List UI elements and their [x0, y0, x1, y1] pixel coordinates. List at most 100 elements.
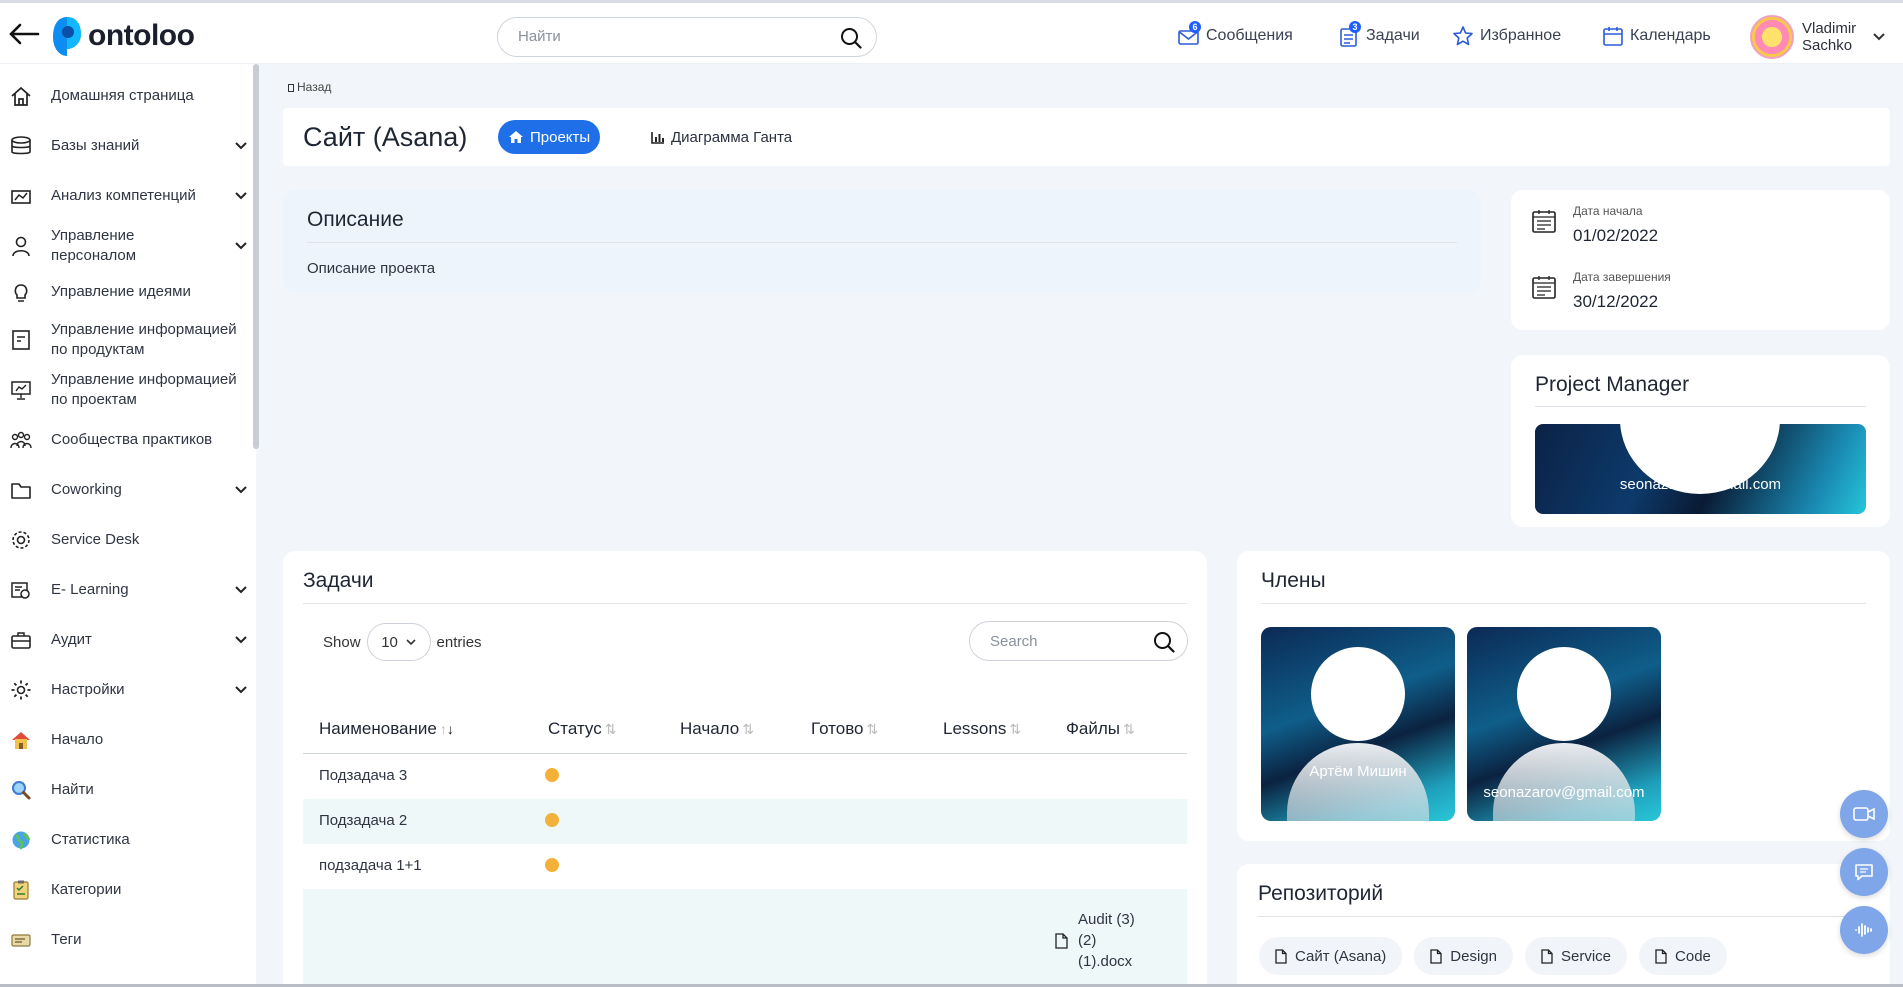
messages-badge: 6 [1189, 21, 1201, 33]
sidebar-item-communities[interactable]: Сообщества практиков [0, 428, 256, 452]
column-header-start[interactable]: Начало ⇅ [680, 719, 754, 739]
chevron-down-icon[interactable] [234, 241, 248, 251]
chevron-down-icon[interactable] [234, 485, 248, 495]
sidebar-item-ideas[interactable]: Управление идеями [0, 280, 256, 304]
tasks-search[interactable] [969, 621, 1188, 661]
sidebar-item-coworking[interactable]: Coworking [0, 478, 256, 502]
user-avatar[interactable] [1750, 15, 1794, 59]
file-attachment[interactable]: Audit (3) (2) (1).docx [1055, 909, 1138, 972]
tab-projects[interactable]: Проекты [498, 120, 601, 154]
repo-chip-site[interactable]: Сайт (Asana) [1259, 937, 1403, 975]
nav-calendar[interactable]: Календарь [1602, 25, 1711, 47]
repository-title: Репозиторий [1258, 882, 1384, 905]
table-row[interactable]: Подзадача 2 [303, 799, 1187, 844]
sidebar-item-statistics[interactable]: Статистика [0, 828, 256, 852]
chevron-down-icon[interactable] [234, 141, 248, 151]
avatar [1311, 647, 1405, 741]
chevron-down-icon[interactable] [234, 585, 248, 595]
global-search-input[interactable] [518, 28, 818, 45]
settings-gear-icon [11, 680, 31, 700]
sidebar-item-projects[interactable]: Управление информацией по проектам [0, 368, 256, 412]
member-card[interactable]: seonazarov@gmail.com [1467, 627, 1661, 821]
divider [1258, 916, 1858, 917]
tasks-card: Задачи Show 10 entries Наименование ↑↓ С… [283, 551, 1207, 987]
home-icon [509, 131, 523, 143]
calendar-icon [1532, 210, 1556, 233]
logo-text: ontoloo [88, 19, 195, 52]
top-header: ontoloo 6 Сообщения 3 Задачи Избранное К… [0, 0, 1903, 64]
sidebar-item-settings[interactable]: Настройки [0, 678, 256, 702]
back-link[interactable]: Назад [288, 80, 331, 94]
sidebar-item-products[interactable]: Управление информацией по продуктам [0, 318, 256, 362]
user-menu[interactable]: Vladimir Sachko [1750, 15, 1886, 59]
presentation-icon [11, 381, 31, 400]
nav-tasks[interactable]: 3 Задачи [1338, 21, 1420, 47]
members-card: Члены Артём Мишин seonazarov@gmail.com [1237, 551, 1890, 841]
members-title: Члены [1261, 569, 1326, 592]
chevron-down-icon[interactable] [234, 191, 248, 201]
logo[interactable]: ontoloo [52, 15, 195, 57]
envelope-icon: 6 [1178, 21, 1201, 47]
column-header-files[interactable]: Файлы ⇅ [1066, 719, 1135, 739]
sidebar-item-service-desk[interactable]: Service Desk [0, 528, 256, 552]
show-entries: Show 10 entries [323, 623, 482, 661]
tab-gantt[interactable]: Диаграмма Ганта [643, 120, 800, 154]
sidebar-item-categories[interactable]: Категории [0, 878, 256, 902]
repo-chip-service[interactable]: Service [1525, 937, 1628, 975]
file-icon [1655, 948, 1667, 964]
nav-messages[interactable]: 6 Сообщения [1178, 21, 1293, 47]
table-row[interactable]: подзадача 1+1 [303, 844, 1187, 889]
sidebar-scrollbar[interactable] [253, 64, 259, 449]
sort-icon: ⇅ [866, 720, 879, 737]
column-header-name[interactable]: Наименование ↑↓ [319, 719, 454, 739]
back-arrow-icon[interactable] [8, 19, 42, 49]
project-manager-card: Project Manager seonazarov@gmail.com [1511, 355, 1890, 527]
sidebar-item-start[interactable]: Начало [0, 728, 256, 752]
member-card[interactable]: Артём Мишин [1261, 627, 1455, 821]
sound-wave-icon [1855, 923, 1872, 937]
sidebar-item-elearning[interactable]: E- Learning [0, 578, 256, 602]
voice-button[interactable] [1840, 906, 1888, 954]
back-square-icon [288, 84, 294, 92]
sidebar-item-audit[interactable]: Аудит [0, 628, 256, 652]
sidebar-item-personnel[interactable]: Управление персоналом [0, 224, 256, 268]
file-icon [1430, 948, 1442, 964]
column-header-done[interactable]: Готово ⇅ [811, 719, 878, 739]
tasks-badge: 3 [1349, 21, 1361, 33]
column-header-lessons[interactable]: Lessons ⇅ [943, 719, 1021, 739]
file-name: Audit (3) (2) (1).docx [1078, 911, 1135, 970]
project-title-bar: Сайт (Asana) Проекты Диаграмма Ганта [283, 108, 1890, 166]
global-search[interactable] [497, 17, 877, 57]
video-call-button[interactable] [1840, 790, 1888, 838]
description-title: Описание [307, 208, 404, 231]
project-manager-profile[interactable]: seonazarov@gmail.com [1535, 424, 1866, 514]
sidebar-item-find[interactable]: Найти [0, 778, 256, 802]
nav-favorites-label: Избранное [1480, 27, 1562, 44]
tag-color-icon [11, 934, 31, 947]
table-row[interactable]: Подзадача 3 [303, 754, 1187, 799]
repo-chip-code[interactable]: Code [1639, 937, 1727, 975]
file-icon [1055, 933, 1068, 949]
repo-chip-design[interactable]: Design [1414, 937, 1513, 975]
sidebar-item-tags[interactable]: Теги [0, 928, 256, 952]
search-icon[interactable] [840, 27, 862, 49]
entries-select[interactable]: 10 [366, 623, 431, 661]
column-header-status[interactable]: Статус ⇅ [548, 719, 616, 739]
clipboard-icon: 3 [1338, 21, 1361, 47]
search-icon[interactable] [1153, 631, 1175, 653]
chevron-down-icon[interactable] [1872, 32, 1886, 42]
chevron-down-icon[interactable] [234, 635, 248, 645]
nav-favorites[interactable]: Избранное [1452, 25, 1561, 47]
sidebar-item-home[interactable]: Домашняя страница [0, 84, 256, 108]
sidebar-item-competence[interactable]: Анализ компетенций [0, 184, 256, 208]
video-camera-icon [1853, 807, 1875, 821]
tasks-search-input[interactable] [990, 633, 1140, 650]
sort-icon: ⇅ [1009, 720, 1022, 737]
chevron-down-icon [406, 638, 416, 645]
sidebar-item-knowledge[interactable]: Базы знаний [0, 134, 256, 158]
chevron-down-icon[interactable] [234, 685, 248, 695]
chat-button[interactable] [1840, 848, 1888, 896]
calendar-icon [1602, 25, 1624, 47]
chart-board-icon [11, 190, 31, 204]
repository-card: Репозиторий Сайт (Asana) Design Service … [1237, 864, 1890, 987]
